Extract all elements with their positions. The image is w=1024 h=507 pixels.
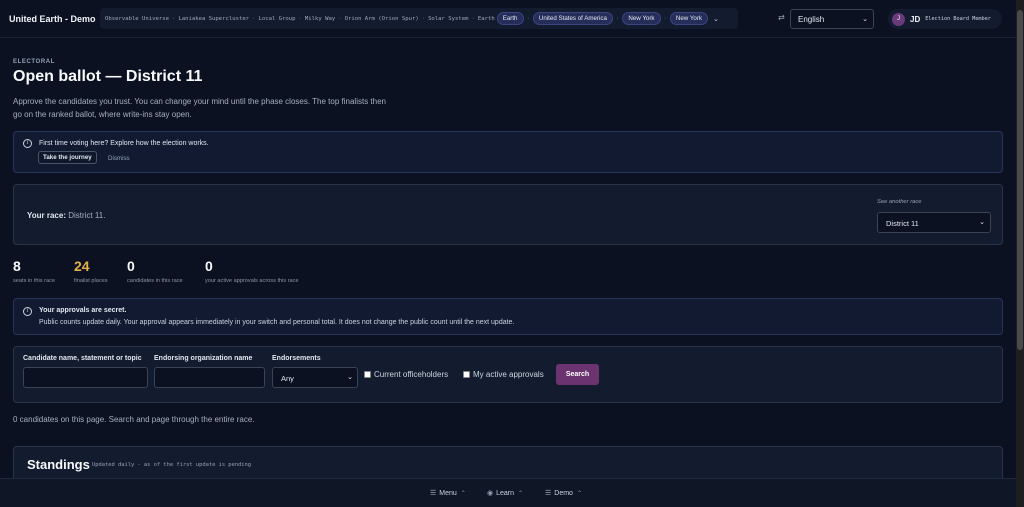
stat-candidates: 0 candidates in this race <box>127 258 183 284</box>
race-label: Your race: District 11. <box>27 211 105 220</box>
first-time-notice: i First time voting here? Explore how th… <box>13 131 1003 173</box>
info-icon: i <box>23 139 32 148</box>
notice-text: First time voting here? Explore how the … <box>39 140 209 147</box>
stat-seats: 8 seats in this race <box>13 258 55 284</box>
breadcrumb-pill-earth[interactable]: Earth <box>496 12 524 25</box>
stat-label: seats in this race <box>13 278 55 284</box>
take-journey-button[interactable]: Take the journey <box>38 151 97 164</box>
checkbox-label: Current officeholders <box>374 370 449 379</box>
results-note: 0 candidates on this page. Search and pa… <box>13 415 255 424</box>
breadcrumb-separator: · <box>471 15 475 22</box>
race-label-key: Your race: <box>27 211 66 220</box>
organization-search-label: Endorsing organization name <box>154 355 253 362</box>
info-icon: i <box>23 307 32 316</box>
language-select[interactable]: English ⌄ <box>790 9 874 29</box>
secret-notice: i Your approvals are secret. Public coun… <box>13 298 1003 335</box>
breadcrumb-item[interactable]: Observable Universe <box>105 16 169 22</box>
endorsements-label: Endorsements <box>272 355 321 362</box>
race-select[interactable]: District 11 ⌄ <box>877 212 991 233</box>
current-officeholders-checkbox[interactable]: Current officeholders <box>364 370 448 379</box>
user-role: Election Board Member <box>925 16 991 22</box>
scrollbar-thumb[interactable] <box>1017 10 1023 350</box>
dismiss-button[interactable]: Dismiss <box>108 155 130 162</box>
endorsements-selected: Any <box>281 374 294 383</box>
user-initials: JD <box>910 14 921 24</box>
secret-body: Public counts update daily. Your approva… <box>39 319 515 326</box>
breadcrumb-item[interactable]: Earth <box>478 16 495 22</box>
stat-label: finalist places <box>74 278 108 284</box>
breadcrumb-separator: · <box>172 15 176 22</box>
demo-button[interactable]: ☰ Demo ⌃ <box>545 489 582 498</box>
breadcrumb-pill-state[interactable]: New York <box>622 12 661 25</box>
stat-finalists: 24 finalist places <box>74 258 108 284</box>
checkbox-label: My active approvals <box>473 370 544 379</box>
breadcrumb-separator: · <box>526 15 530 22</box>
breadcrumb-item[interactable]: Milky Way <box>305 16 335 22</box>
stat-approvals: 0 your active approvals across this race <box>205 258 299 284</box>
chevron-down-icon[interactable]: ⌄ <box>713 15 719 23</box>
race-card: Your race: District 11. See another race… <box>13 184 1003 245</box>
menu-label: Menu <box>439 489 457 497</box>
top-bar: United Earth - Demo Observable Universe … <box>0 0 1016 38</box>
breadcrumb-item[interactable]: Solar System <box>428 16 468 22</box>
hamburger-icon: ☰ <box>430 490 437 497</box>
page-scrollbar[interactable] <box>1016 0 1024 507</box>
user-menu[interactable]: J JD Election Board Member <box>888 9 1002 29</box>
standings-title: Standings <box>27 457 90 472</box>
see-another-race-label: See another race <box>877 199 922 205</box>
breadcrumb-separator: · <box>615 15 620 22</box>
standings-subtitle: Updated daily - as of the first update i… <box>92 462 252 468</box>
organization-search-input[interactable] <box>154 367 265 388</box>
language-selected: English <box>798 15 825 24</box>
stat-label: your active approvals across this race <box>205 278 299 284</box>
breadcrumb: Observable Universe · Laniakea Superclus… <box>100 8 738 29</box>
chevron-up-icon: ⌃ <box>460 490 466 497</box>
breadcrumb-pill-city[interactable]: New York <box>669 12 709 25</box>
stat-label: candidates in this race <box>127 278 183 284</box>
bottom-nav: ☰ Menu ⌃ ◉ Learn ⌃ ☰ Demo ⌃ <box>0 478 1016 507</box>
breadcrumb-item[interactable]: Orion Arm (Orion Spur) <box>345 16 419 22</box>
stat-value: 8 <box>13 258 21 274</box>
page-title: Open ballot — District 11 <box>13 68 203 85</box>
race-label-value: District 11. <box>68 211 106 220</box>
breadcrumb-separator: · <box>421 15 426 22</box>
chevron-up-icon: ⌃ <box>518 490 524 497</box>
chevron-down-icon: ⌄ <box>862 16 868 23</box>
list-icon: ☰ <box>545 490 552 497</box>
breadcrumb-separator: · <box>298 15 302 22</box>
checkbox-box[interactable] <box>364 371 371 378</box>
candidate-search-input[interactable] <box>23 367 148 388</box>
learn-button[interactable]: ◉ Learn ⌃ <box>487 489 524 498</box>
breadcrumb-separator: · <box>338 15 342 22</box>
search-filters: Candidate name, statement or topic Endor… <box>13 346 1003 403</box>
translate-icon: ⇄ <box>778 13 785 22</box>
eye-icon: ◉ <box>487 490 494 497</box>
breadcrumb-item[interactable]: Laniakea Supercluster <box>178 16 249 22</box>
secret-title: Your approvals are secret. <box>39 307 127 314</box>
stat-value: 0 <box>127 258 135 274</box>
page-intro: Approve the candidates you trust. You ca… <box>13 97 386 119</box>
endorsements-select[interactable]: Any ⌄ <box>272 367 358 388</box>
breadcrumb-pill-country[interactable]: United States of America <box>532 12 613 25</box>
chevron-down-icon: ⌄ <box>347 374 353 381</box>
race-selected: District 11 <box>886 219 919 228</box>
checkbox-box[interactable] <box>463 371 470 378</box>
stat-value: 24 <box>74 258 90 274</box>
avatar: J <box>892 12 905 26</box>
chevron-down-icon: ⌄ <box>979 219 985 226</box>
chevron-up-icon: ⌃ <box>576 490 582 497</box>
menu-button[interactable]: ☰ Menu ⌃ <box>430 489 466 498</box>
learn-label: Learn <box>496 489 515 497</box>
search-button[interactable]: Search <box>556 364 599 385</box>
page-eyebrow: ELECTORAL <box>13 59 55 65</box>
brand-title[interactable]: United Earth - Demo <box>9 14 96 24</box>
candidate-search-label: Candidate name, statement or topic <box>23 355 142 362</box>
breadcrumb-separator: · <box>252 15 256 22</box>
breadcrumb-separator: · <box>663 15 667 22</box>
stat-value: 0 <box>205 258 213 274</box>
demo-label: Demo <box>554 489 573 497</box>
my-approvals-checkbox[interactable]: My active approvals <box>463 370 544 379</box>
breadcrumb-item[interactable]: Local Group <box>258 16 295 22</box>
